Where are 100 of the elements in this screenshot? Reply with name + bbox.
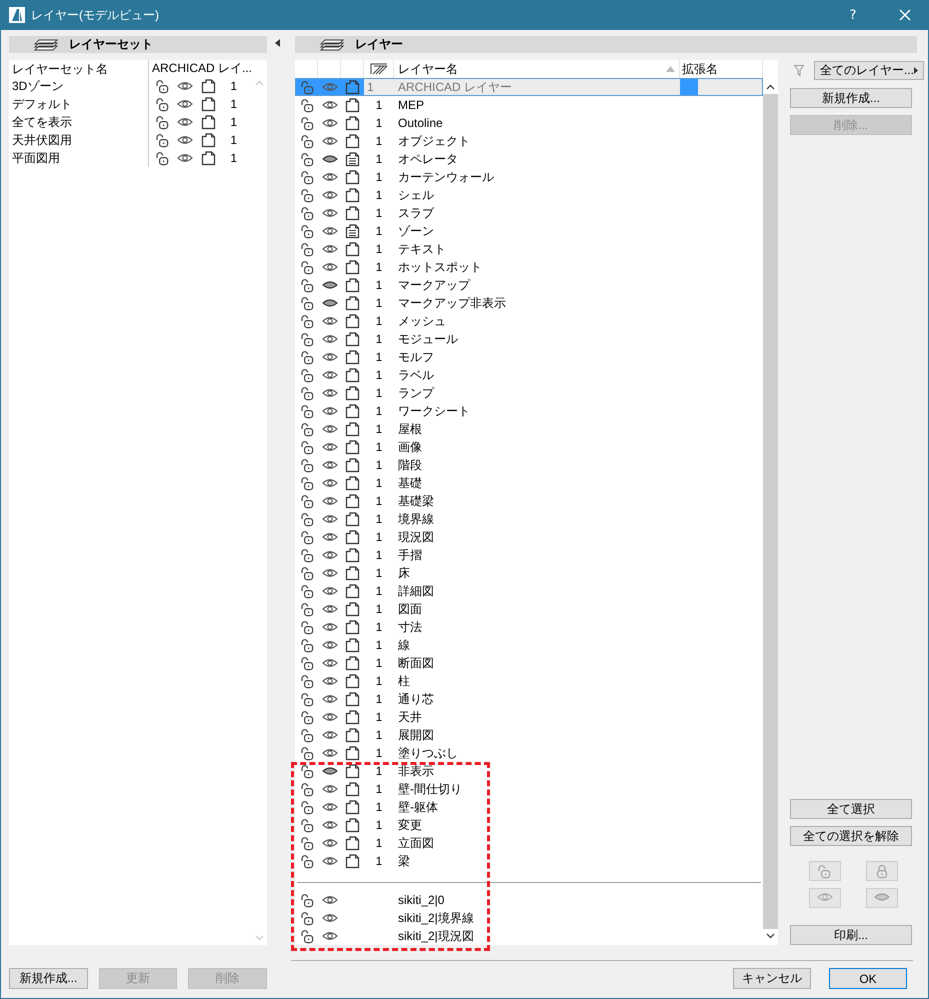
layer-name[interactable]: sikiti_2|現況図 — [394, 927, 680, 945]
unlocked-padlock-icon[interactable] — [300, 422, 314, 436]
eye-icon[interactable] — [322, 801, 338, 813]
eye-icon[interactable] — [322, 729, 338, 741]
page-icon[interactable] — [345, 368, 360, 382]
unlocked-padlock-icon[interactable] — [300, 602, 314, 616]
layer-name[interactable]: 壁-躯体 — [394, 798, 680, 816]
layer-name[interactable]: ARCHICAD レイヤー — [394, 78, 680, 96]
layer-name[interactable]: 非表示 — [394, 762, 680, 780]
list-item[interactable]: 全てを表示 — [9, 113, 149, 131]
page-icon[interactable] — [345, 242, 360, 256]
eye-icon[interactable] — [322, 135, 338, 147]
layer-name[interactable]: 図面 — [394, 600, 680, 618]
unlocked-padlock-icon[interactable] — [300, 458, 314, 472]
eye-icon[interactable] — [177, 80, 193, 92]
layer-name[interactable]: オペレータ — [394, 150, 680, 168]
layer-name[interactable]: MEP — [394, 96, 680, 114]
eye-icon[interactable] — [322, 369, 338, 381]
layer-name[interactable]: メッシュ — [394, 312, 680, 330]
page-icon[interactable] — [345, 584, 360, 598]
unlocked-padlock-icon[interactable] — [300, 260, 314, 274]
layer-name[interactable]: 線 — [394, 636, 680, 654]
unlocked-padlock-icon[interactable] — [300, 404, 314, 418]
closed-eye-icon[interactable] — [322, 153, 338, 165]
layer-name[interactable]: オブジェクト — [394, 132, 680, 150]
layer-name[interactable]: マークアップ — [394, 276, 680, 294]
hatch-icon[interactable] — [370, 63, 388, 75]
closed-eye-icon[interactable] — [322, 765, 338, 777]
unlocked-padlock-icon[interactable] — [300, 116, 314, 130]
unlocked-padlock-icon[interactable] — [300, 584, 314, 598]
eye-icon[interactable] — [322, 441, 338, 453]
eye-icon[interactable] — [322, 117, 338, 129]
page-icon[interactable] — [345, 134, 360, 148]
layer-name[interactable]: 断面図 — [394, 654, 680, 672]
unlocked-padlock-icon[interactable] — [300, 152, 314, 166]
button[interactable]: 新規作成... — [9, 968, 88, 989]
unlocked-padlock-icon[interactable] — [300, 242, 314, 256]
list-item[interactable]: 平面図用 — [9, 149, 149, 167]
page-icon[interactable] — [345, 440, 360, 454]
page-icon[interactable] — [345, 332, 360, 346]
eye-icon[interactable] — [322, 531, 338, 543]
unlocked-padlock-icon[interactable] — [300, 224, 314, 238]
layer-name[interactable]: ホットスポット — [394, 258, 680, 276]
eye-icon[interactable] — [322, 351, 338, 363]
page-icon[interactable] — [345, 620, 360, 634]
eye-icon[interactable] — [322, 495, 338, 507]
unlocked-padlock-icon[interactable] — [300, 836, 314, 850]
page-icon[interactable] — [345, 692, 360, 706]
unlocked-padlock-icon[interactable] — [300, 350, 314, 364]
layer-name[interactable]: スラブ — [394, 204, 680, 222]
unlocked-padlock-icon[interactable] — [300, 656, 314, 670]
eye-icon[interactable] — [322, 819, 338, 831]
layer-name[interactable]: ワークシート — [394, 402, 680, 420]
unlocked-padlock-icon[interactable] — [300, 512, 314, 526]
layer-name[interactable]: ランプ — [394, 384, 680, 402]
layer-name[interactable]: 柱 — [394, 672, 680, 690]
page-icon[interactable] — [345, 836, 360, 850]
unlocked-padlock-icon[interactable] — [300, 314, 314, 328]
eye-icon[interactable] — [322, 261, 338, 273]
layer-name[interactable]: ラベル — [394, 366, 680, 384]
list-item[interactable]: 3Dゾーン — [9, 77, 149, 95]
layer-name[interactable]: 境界線 — [394, 510, 680, 528]
button[interactable]: 印刷... — [790, 925, 912, 945]
eye-icon[interactable] — [322, 423, 338, 435]
button[interactable]: 新規作成... — [790, 88, 912, 108]
eye-icon[interactable] — [177, 134, 193, 146]
page-icon[interactable] — [345, 458, 360, 472]
layer-name[interactable]: Outoline — [394, 114, 680, 132]
lined-page-icon[interactable] — [345, 152, 360, 166]
layer-name[interactable]: 床 — [394, 564, 680, 582]
selected-cell[interactable] — [341, 78, 364, 96]
unlocked-padlock-icon[interactable] — [300, 782, 314, 796]
page-icon[interactable] — [345, 638, 360, 652]
unlocked-padlock-icon[interactable] — [300, 674, 314, 688]
layer-name[interactable]: 基礎 — [394, 474, 680, 492]
eye-icon[interactable] — [322, 477, 338, 489]
eye-icon[interactable] — [322, 189, 338, 201]
page-icon[interactable] — [345, 530, 360, 544]
eye-icon[interactable] — [322, 894, 338, 906]
page-icon[interactable] — [345, 656, 360, 670]
page-icon[interactable] — [345, 260, 360, 274]
column-header[interactable]: 拡張名 — [682, 62, 718, 76]
layer-name[interactable]: 変更 — [394, 816, 680, 834]
layer-name[interactable]: 立面図 — [394, 834, 680, 852]
unlocked-padlock-icon[interactable] — [300, 566, 314, 580]
layer-name[interactable]: 画像 — [394, 438, 680, 456]
layer-name[interactable]: シェル — [394, 186, 680, 204]
scrollbar-thumb[interactable] — [763, 94, 778, 929]
unlocked-padlock-icon[interactable] — [300, 170, 314, 184]
eye-icon[interactable] — [177, 152, 193, 164]
unlocked-padlock-icon[interactable] — [300, 746, 314, 760]
page-icon[interactable] — [345, 710, 360, 724]
button[interactable]: キャンセル — [733, 968, 811, 989]
eye-icon[interactable] — [322, 621, 338, 633]
eye-icon[interactable] — [322, 207, 338, 219]
layer-name[interactable]: 基礎梁 — [394, 492, 680, 510]
layer-name[interactable]: カーテンウォール — [394, 168, 680, 186]
unlocked-padlock-icon[interactable] — [300, 368, 314, 382]
closed-eye-icon[interactable] — [322, 297, 338, 309]
page-icon[interactable] — [345, 800, 360, 814]
